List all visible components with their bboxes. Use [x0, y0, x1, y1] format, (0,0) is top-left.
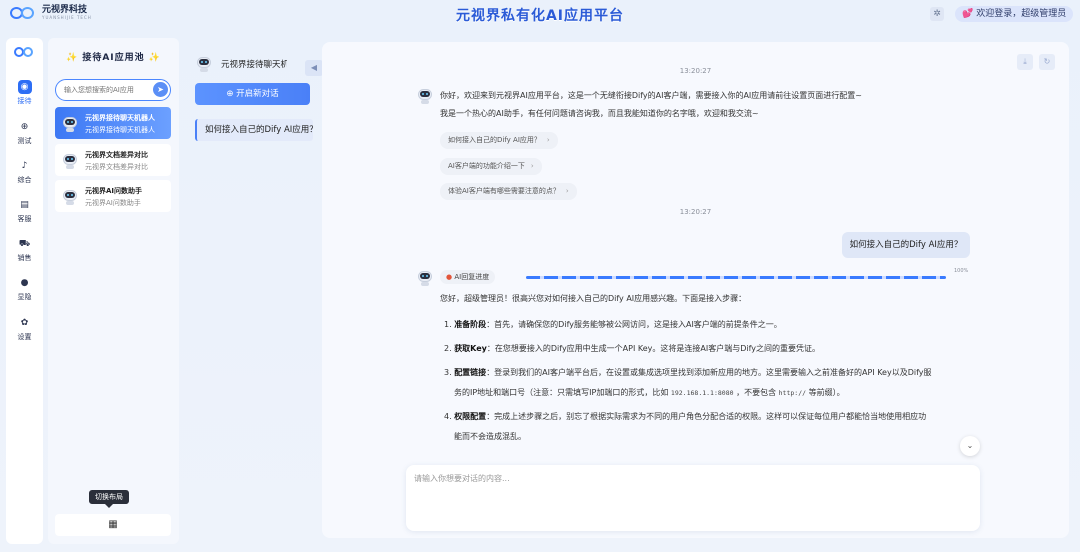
rail-item-general[interactable]: ♪ 综合	[6, 159, 43, 185]
switch-layout-button[interactable]: ▦	[55, 514, 171, 536]
sparkle-icon: ✨	[65, 53, 79, 63]
app-pool-panel: ✨ 接待AI应用池 ✨ ➤ 元视界接待聊天机器人 元视界接待聊天机器人 元视界文…	[48, 38, 179, 544]
rail-item-visibility[interactable]: ● 显隐	[6, 276, 43, 302]
login-text: 欢迎登录，超级管理员	[976, 9, 1067, 19]
rail-item-label: 测试	[17, 137, 32, 145]
user-message: 如何接入自己的Dify AI应用？	[842, 232, 970, 258]
plus-circle-icon: ⊕	[226, 89, 234, 99]
top-header: 元视界科技 YUANSHIJIE TECH 元视界私有化AI应用平台 ✲ 💕 欢…	[0, 0, 1080, 30]
chevron-right-icon: ›	[546, 136, 550, 144]
timestamp: 13:20:27	[679, 208, 712, 216]
message-composer	[406, 465, 980, 531]
app-search-input[interactable]	[64, 82, 144, 97]
suggestion-chip[interactable]: 如何接入自己的Dify AI应用？ ›	[440, 132, 558, 149]
service-icon: ▤	[20, 200, 29, 210]
rail-item-sales[interactable]: ⛟ 销售	[6, 237, 43, 263]
sparkle-icon: ✨	[148, 53, 162, 63]
gear-icon: ✿	[20, 318, 29, 328]
chevron-down-icon: ⌄	[966, 441, 974, 450]
grid-icon: ▦	[108, 519, 118, 530]
rail-item-label: 客服	[17, 215, 32, 223]
suggestion-chip[interactable]: AI客户端的功能介绍一下 ›	[440, 158, 542, 175]
robot-avatar-icon	[61, 151, 79, 169]
scroll-to-bottom-button[interactable]: ⌄	[960, 436, 980, 456]
welcome-line: 你好，欢迎来到元视界AI应用平台，这是一个无缝衔接Dify的AI客户端，需要接入…	[440, 91, 862, 100]
session-app-title: 元视界接待聊天机器人	[221, 60, 287, 70]
pool-title: ✨ 接待AI应用池 ✨	[65, 53, 162, 63]
answer-step: 2. 获取Key：在您想要接入的Dify应用中生成一个API Key。这将是连接…	[444, 344, 821, 353]
rail-item-label: 综合	[17, 176, 32, 184]
rail-item-label: 接待	[17, 97, 32, 105]
rail-item-label: 销售	[17, 254, 32, 262]
rail-item-label: 显隐	[17, 293, 32, 301]
progress-percent: 100%	[954, 268, 969, 274]
answer-step: 1. 准备阶段：首先，请确保您的Dify服务能够被公网访问，这是接入AI客户端的…	[444, 320, 782, 329]
rail-item-label: 设置	[17, 333, 32, 341]
robot-icon: ◉	[17, 80, 32, 94]
welcome-line: 我是一个热心的AI助手，有任何问题请咨询我，而且我能知道你的名字哦，欢迎和我交流…	[440, 109, 759, 118]
rail-item-reception[interactable]: ◉ 接待	[6, 80, 43, 106]
collapse-panel-button[interactable]: ◀	[305, 60, 323, 76]
session-panel: 元视界接待聊天机器人 ◀ ⊕ 开启新对话 如何接入自己的Dify AI应用？	[187, 48, 323, 538]
chevron-right-icon: ›	[565, 187, 569, 195]
chevron-right-icon: ›	[530, 162, 534, 170]
app-name: 元视界接待聊天机器人	[85, 114, 155, 122]
send-icon[interactable]: ➤	[153, 82, 168, 97]
app-desc: 元视界AI问数助手	[85, 199, 141, 207]
app-title: 元视界私有化AI应用平台	[455, 8, 625, 24]
robot-avatar-icon	[61, 187, 79, 205]
rail-item-settings[interactable]: ✿ 设置	[6, 316, 43, 342]
eye-icon: ●	[20, 278, 29, 288]
user-login-badge[interactable]: 💕 欢迎登录，超级管理员	[955, 6, 1074, 22]
robot-avatar-icon	[416, 268, 434, 286]
suggestion-chip[interactable]: 体验AI客户端有哪些需要注意的点？ ›	[440, 183, 577, 200]
session-item[interactable]: 如何接入自己的Dify AI应用？	[195, 119, 313, 141]
theme-settings-button[interactable]: ✲	[930, 7, 944, 21]
robot-avatar-icon	[195, 54, 213, 72]
app-desc: 元视界接待聊天机器人	[85, 126, 155, 134]
app-name: 元视界AI问数助手	[85, 187, 143, 195]
timestamp: 13:20:27	[679, 67, 712, 75]
answer-intro: 您好，超级管理员！很高兴您对如何接入自己的Dify AI应用感兴趣。下面是接入步…	[440, 294, 747, 303]
progress-label: ● AI回复进度	[440, 270, 496, 284]
app-card[interactable]: 元视界文档差异对比 元视界文档差异对比	[55, 144, 171, 176]
app-card[interactable]: 元视界接待聊天机器人 元视界接待聊天机器人	[55, 107, 171, 139]
app-card[interactable]: 元视界AI问数助手 元视界AI问数助手	[55, 180, 171, 212]
chat-area: ⤓ ↻ 13:20:27 你好，欢迎来到元视界AI应用平台，这是一个无缝衔接Di…	[322, 42, 1069, 538]
reply-progress: ● AI回复进度 100%	[440, 268, 970, 284]
arrow-left-icon: ◀	[310, 63, 318, 72]
nav-rail: ◉ 接待 ⊕ 测试 ♪ 综合 ▤ 客服 ⛟ 销售 ● 显隐 ✿ 设置	[6, 38, 43, 544]
answer-step: 4. 权限配置：完成上述步骤之后，别忘了根据实际需求为不同的用户角色分配合适的权…	[444, 412, 927, 421]
layout-tooltip: 切换布局	[89, 490, 129, 508]
app-search-box: ➤	[55, 79, 171, 101]
gear-icon: ✲	[933, 9, 941, 19]
message-input[interactable]	[414, 473, 970, 523]
answer-step-continued: 务的IP地址和端口号（注意：只需填写IP加端口的形式，比如 192.168.1.…	[454, 388, 845, 397]
app-desc: 元视界文档差异对比	[85, 163, 148, 171]
globe-icon: ⊕	[20, 122, 29, 132]
rail-item-service[interactable]: ▤ 客服	[6, 198, 43, 224]
robot-avatar-icon	[61, 114, 79, 132]
cart-icon: ⛟	[18, 239, 31, 249]
robot-avatar-icon	[416, 86, 434, 104]
progress-bar	[526, 276, 946, 279]
rail-logo-icon	[13, 46, 35, 60]
rail-item-test[interactable]: ⊕ 测试	[6, 120, 43, 146]
app-name: 元视界文档差异对比	[85, 151, 148, 159]
new-chat-button[interactable]: ⊕ 开启新对话	[195, 83, 310, 105]
bell-icon: ♪	[21, 161, 28, 171]
fire-icon: ●	[446, 273, 453, 281]
session-header: 元视界接待聊天机器人 ◀	[195, 54, 323, 76]
answer-step: 3. 配置链接：登录到我们的AI客户端平台后，在设置或集成选项里找到添加新应用的…	[444, 368, 932, 377]
heart-icon: 💕	[962, 9, 974, 19]
